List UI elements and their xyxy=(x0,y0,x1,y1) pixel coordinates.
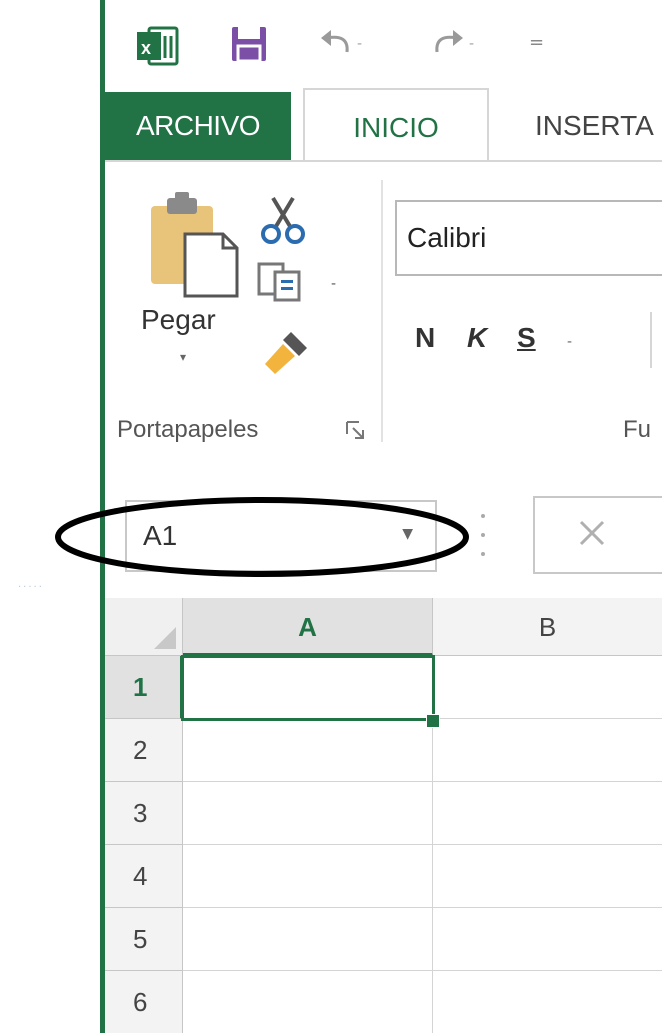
save-icon[interactable] xyxy=(229,24,269,64)
cut-icon[interactable] xyxy=(257,194,309,246)
select-all-corner[interactable] xyxy=(105,598,183,656)
row-header-3[interactable]: 3 xyxy=(105,782,183,845)
cancel-x-icon xyxy=(579,520,605,546)
underline-button[interactable]: S xyxy=(517,322,536,354)
group-label-portapapeles: Portapapeles xyxy=(117,416,259,443)
active-cell-selection[interactable] xyxy=(181,655,435,721)
customize-toolbar-icon[interactable]: = xyxy=(529,32,544,53)
quick-access-toolbar: x - - = xyxy=(105,0,662,84)
cell-a3[interactable] xyxy=(183,782,433,845)
cell-b2[interactable] xyxy=(433,719,662,782)
format-painter-icon[interactable] xyxy=(261,326,313,378)
cell-b4[interactable] xyxy=(433,845,662,908)
cancel-button[interactable] xyxy=(533,496,662,574)
ribbon-tabs: ARCHIVO INICIO INSERTA xyxy=(105,84,662,164)
row-header-2[interactable]: 2 xyxy=(105,719,183,782)
copy-dropdown-icon[interactable]: - xyxy=(331,276,336,292)
tab-insertar[interactable]: INSERTA xyxy=(535,92,654,160)
group-label-fuente: Fu xyxy=(623,416,652,443)
row-header-1[interactable]: 1 xyxy=(105,656,183,719)
drag-handle-icon[interactable] xyxy=(481,510,485,560)
cell-a6[interactable] xyxy=(183,971,433,1033)
column-header-a[interactable]: A xyxy=(183,598,433,656)
svg-text:x: x xyxy=(141,38,151,58)
tab-archivo[interactable]: ARCHIVO xyxy=(105,92,291,160)
redo-icon[interactable] xyxy=(427,24,467,64)
paste-label[interactable]: Pegar xyxy=(141,304,216,336)
row-header-6[interactable]: 6 xyxy=(105,971,183,1033)
bold-button[interactable]: N xyxy=(415,322,435,354)
font-name-combobox[interactable]: Calibri xyxy=(395,200,662,276)
row-header-4[interactable]: 4 xyxy=(105,845,183,908)
dialog-launcher-icon[interactable] xyxy=(345,420,365,440)
paste-icon[interactable] xyxy=(145,190,245,300)
artifact-dots: ····· xyxy=(18,582,44,593)
copy-icon[interactable] xyxy=(257,262,303,302)
paste-dropdown-icon[interactable]: ▾ xyxy=(180,350,186,364)
tab-inicio[interactable]: INICIO xyxy=(303,88,489,164)
group-separator xyxy=(381,180,383,442)
font-name-value: Calibri xyxy=(407,222,487,253)
annotation-ellipse xyxy=(55,497,469,577)
cell-b6[interactable] xyxy=(433,971,662,1033)
redo-dropdown-icon[interactable]: - xyxy=(469,36,474,52)
cell-a4[interactable] xyxy=(183,845,433,908)
cell-a5[interactable] xyxy=(183,908,433,971)
worksheet-grid[interactable]: A B 123456 xyxy=(105,598,662,1033)
cell-b5[interactable] xyxy=(433,908,662,971)
undo-dropdown-icon[interactable]: - xyxy=(357,36,362,52)
format-separator xyxy=(650,312,652,368)
ribbon-panel: Pegar ▾ - Portapapeles Calibri N K S - F… xyxy=(105,160,662,458)
fill-handle[interactable] xyxy=(426,714,440,728)
column-header-b[interactable]: B xyxy=(433,598,662,656)
italic-button[interactable]: K xyxy=(467,322,487,354)
underline-dropdown-icon[interactable]: - xyxy=(567,334,572,350)
row-header-5[interactable]: 5 xyxy=(105,908,183,971)
undo-icon[interactable] xyxy=(317,24,357,64)
excel-logo-icon[interactable]: x xyxy=(135,24,179,68)
cell-b1[interactable] xyxy=(433,656,662,719)
cell-a2[interactable] xyxy=(183,719,433,782)
cell-b3[interactable] xyxy=(433,782,662,845)
